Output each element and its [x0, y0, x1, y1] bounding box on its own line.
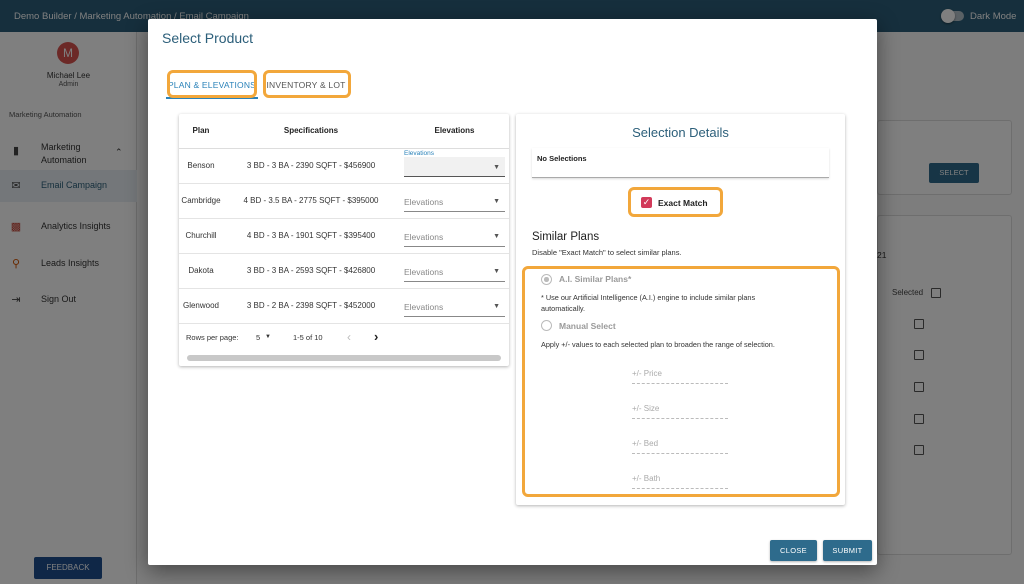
column-header-specifications: Specifications	[283, 126, 339, 135]
plan-name: Glenwood	[182, 301, 220, 310]
elevations-select[interactable]: Elevations ▼	[404, 297, 505, 317]
similar-plans-title: Similar Plans	[532, 231, 600, 243]
submit-button[interactable]: SUBMIT	[823, 540, 872, 561]
elevations-select[interactable]: Elevations ▼	[404, 227, 505, 247]
exact-match-checkbox[interactable]: ✓	[641, 197, 652, 208]
elevations-select-label: Elevations	[404, 150, 505, 157]
prev-page-icon[interactable]: ‹	[347, 330, 351, 344]
table-row[interactable]: Dakota 3 BD - 3 BA - 2593 SQFT - $426800…	[179, 254, 509, 289]
table-row[interactable]: Glenwood 3 BD - 2 BA - 2398 SQFT - $4520…	[179, 289, 509, 324]
plan-table: Plan Specifications Elevations Benson 3 …	[179, 114, 509, 366]
elevations-select-label: Elevations	[404, 197, 444, 207]
similar-plans-subtitle: Disable "Exact Match" to select similar …	[532, 248, 682, 257]
plan-name: Cambridge	[181, 196, 221, 205]
table-pagination: Rows per page: 5 ▼ 1-5 of 10 ‹ ›	[179, 324, 509, 350]
plan-name: Dakota	[188, 266, 214, 275]
tab-inventory-lot[interactable]: INVENTORY & LOT	[264, 71, 348, 99]
bed-range-input[interactable]: +/- Bed	[632, 436, 728, 454]
size-range-placeholder: +/- Size	[632, 404, 660, 413]
elevations-select[interactable]: Elevations ▼	[404, 262, 505, 282]
column-header-plan: Plan	[192, 126, 210, 135]
page-range: 1-5 of 10	[293, 333, 323, 342]
dropdown-arrow-icon: ▼	[493, 198, 500, 205]
dropdown-arrow-icon: ▼	[493, 233, 500, 240]
next-page-icon[interactable]: ›	[374, 329, 378, 344]
dialog-title: Select Product	[162, 30, 254, 46]
plan-specifications: 3 BD - 2 BA - 2398 SQFT - $452000	[246, 301, 376, 310]
elevations-select[interactable]: Elevations ▼	[404, 150, 505, 177]
no-selection-text: No Selections	[537, 154, 587, 163]
plan-specifications: 3 BD - 3 BA - 2390 SQFT - $456900	[246, 161, 376, 170]
elevations-select-label: Elevations	[404, 302, 444, 312]
elevations-select-label: Elevations	[404, 232, 444, 242]
table-row[interactable]: Cambridge 4 BD - 3.5 BA - 2775 SQFT - $3…	[179, 184, 509, 219]
dropdown-arrow-icon: ▼	[493, 164, 500, 171]
elevations-select-label: Elevations	[404, 267, 444, 277]
price-range-input[interactable]: +/- Price	[632, 366, 728, 384]
close-button[interactable]: CLOSE	[770, 540, 817, 561]
plan-specifications: 3 BD - 3 BA - 2593 SQFT - $426800	[246, 266, 376, 275]
rows-per-page-select[interactable]: 5	[256, 333, 260, 342]
manual-select-label: Manual Select	[559, 321, 616, 331]
manual-select-radio[interactable]	[541, 320, 552, 331]
plan-name: Benson	[187, 161, 215, 170]
bath-range-placeholder: +/- Bath	[632, 474, 661, 483]
bed-range-placeholder: +/- Bed	[632, 439, 659, 448]
dropdown-arrow-icon: ▼	[493, 303, 500, 310]
ai-similar-plans-label: A.I. Similar Plans*	[559, 274, 632, 284]
plan-name: Churchill	[185, 231, 217, 240]
rows-per-page-arrow-icon[interactable]: ▼	[265, 334, 271, 340]
ai-note: * Use our Artificial Intelligence (A.I.)…	[541, 293, 756, 313]
exact-match-label: Exact Match	[658, 198, 708, 208]
column-header-elevations: Elevations	[434, 126, 475, 135]
selection-list: No Selections	[532, 148, 829, 178]
manual-note: Apply +/- values to each selected plan t…	[541, 340, 775, 349]
dropdown-arrow-icon: ▼	[493, 268, 500, 275]
plan-specifications: 4 BD - 3.5 BA - 2775 SQFT - $395000	[243, 196, 379, 205]
table-row[interactable]: Benson 3 BD - 3 BA - 2390 SQFT - $456900…	[179, 149, 509, 184]
bath-range-input[interactable]: +/- Bath	[632, 471, 728, 489]
tab-plan-elevations[interactable]: PLAN & ELEVATIONS	[166, 71, 258, 99]
horizontal-scrollbar[interactable]	[187, 355, 501, 361]
select-product-dialog: Select Product PLAN & ELEVATIONS INVENTO…	[148, 19, 877, 565]
plan-specifications: 4 BD - 3 BA - 1901 SQFT - $395400	[246, 231, 376, 240]
rows-per-page-label: Rows per page:	[186, 333, 239, 342]
selection-details-title: Selection Details	[632, 125, 729, 140]
table-row[interactable]: Churchill 4 BD - 3 BA - 1901 SQFT - $395…	[179, 219, 509, 254]
ai-similar-plans-radio[interactable]	[541, 274, 552, 285]
selection-details-panel: Selection Details No Selections ✓ Exact …	[516, 114, 845, 505]
elevations-select[interactable]: Elevations ▼	[404, 192, 505, 212]
size-range-input[interactable]: +/- Size	[632, 401, 728, 419]
price-range-placeholder: +/- Price	[632, 369, 663, 378]
